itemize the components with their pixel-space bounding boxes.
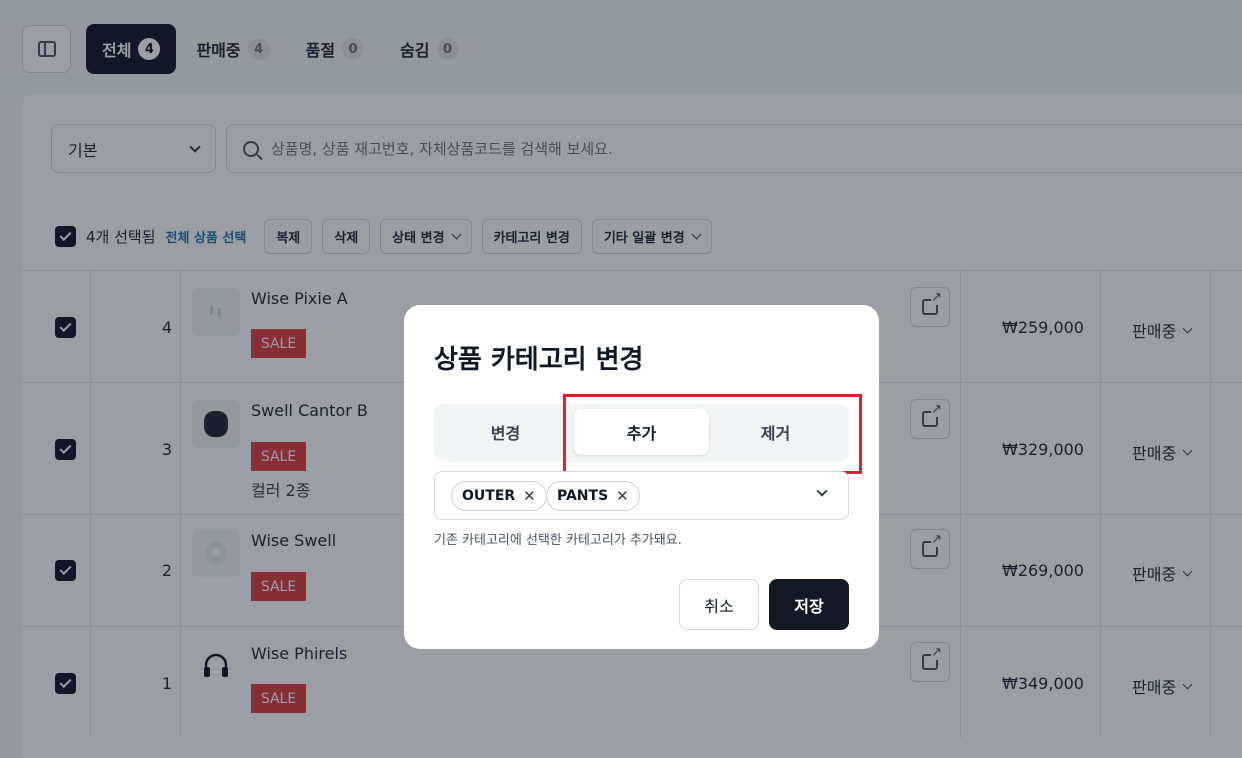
category-chip: OUTER ✕ [451,481,547,511]
change-category-modal: 상품 카테고리 변경 변경 추가 제거 OUTER ✕ PANTS ✕ 기존 카… [404,305,879,649]
save-button[interactable]: 저장 [769,579,849,630]
segment-change[interactable]: 변경 [438,409,573,455]
category-multiselect[interactable]: OUTER ✕ PANTS ✕ [434,471,849,520]
cancel-button[interactable]: 취소 [679,579,759,630]
segment-label: 변경 [490,424,521,443]
chevron-down-icon[interactable] [816,485,828,497]
product-list-page: 전체 4 판매중 4 품절 0 숨김 0 기본 4개 선택됨 전체 상품 선택 … [0,0,1242,758]
helper-text: 기존 카테고리에 선택한 카테고리가 추가돼요. [434,533,682,548]
chip-label: OUTER [462,488,516,504]
close-icon[interactable]: ✕ [616,487,629,505]
modal-title: 상품 카테고리 변경 [434,345,644,375]
chip-label: PANTS [557,488,609,504]
category-chip: PANTS ✕ [546,481,640,511]
highlight-box [563,394,862,474]
close-icon[interactable]: ✕ [523,487,536,505]
